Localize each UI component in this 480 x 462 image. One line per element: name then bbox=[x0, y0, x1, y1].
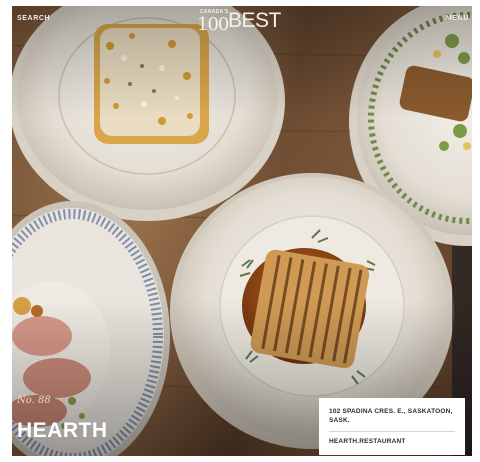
site-logo[interactable]: CANADA'S 100 BEST bbox=[188, 8, 298, 35]
card-divider bbox=[329, 431, 455, 432]
food-photo-illustration bbox=[12, 6, 472, 456]
logo-number: 100 bbox=[197, 14, 229, 35]
restaurant-name: HEARTH bbox=[17, 419, 108, 442]
layered-dish bbox=[250, 249, 370, 369]
plate-bottom-left bbox=[12, 201, 170, 456]
search-link[interactable]: SEARCH bbox=[17, 15, 50, 22]
restaurant-address: 102 SPADINA CRES. E., SASKATOON, SASK. bbox=[329, 408, 453, 424]
menu-link[interactable]: MENU bbox=[446, 15, 469, 22]
restaurant-rank: No. 88 bbox=[17, 395, 51, 406]
plate-top-left bbox=[12, 6, 285, 221]
top-nav: SEARCH CANADA'S 100 BEST MENU bbox=[12, 6, 472, 35]
logo-word: BEST bbox=[228, 9, 281, 32]
restaurant-website-link[interactable]: HEARTH.RESTAURANT bbox=[329, 438, 455, 445]
restaurant-info-card: 102 SPADINA CRES. E., SASKATOON, SASK. H… bbox=[319, 398, 465, 455]
hero-photo: SEARCH CANADA'S 100 BEST MENU No. 88 HEA… bbox=[12, 6, 472, 456]
